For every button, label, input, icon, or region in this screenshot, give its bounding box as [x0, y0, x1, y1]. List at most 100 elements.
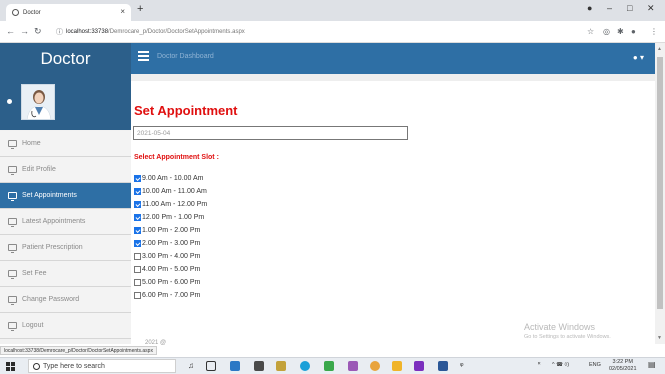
slot-checkbox[interactable]: [134, 279, 141, 286]
slot-label: 6.00 Pm - 7.00 Pm: [142, 292, 201, 299]
scroll-thumb[interactable]: [657, 57, 663, 309]
slot-item[interactable]: 9.00 Am - 10.00 Am: [134, 172, 207, 185]
sidebar-item-change-password[interactable]: Change Password: [0, 287, 131, 313]
slot-item[interactable]: 1.00 Pm - 2.00 Pm: [134, 224, 207, 237]
info-icon: ⓘ: [56, 29, 63, 36]
sidebar-item-label: Edit Profile: [22, 166, 56, 173]
page-scrollbar[interactable]: ▲ ▼: [655, 43, 665, 344]
slot-checkbox[interactable]: [134, 214, 141, 221]
slot-item[interactable]: 4.00 Pm - 5.00 Pm: [134, 263, 207, 276]
language-indicator[interactable]: ENG: [589, 362, 601, 368]
url-host: localhost:33738: [66, 29, 109, 35]
menu-icon[interactable]: ⋮: [650, 27, 658, 36]
slot-checkbox[interactable]: [134, 175, 141, 182]
sidebar-item-set-appointments[interactable]: Set Appointments: [0, 183, 131, 209]
word-icon[interactable]: [438, 361, 448, 371]
slot-checkbox[interactable]: [134, 240, 141, 247]
appointment-date-input[interactable]: [133, 126, 408, 140]
sidebar-item-set-fee[interactable]: Set Fee: [0, 261, 131, 287]
puzzle-icon[interactable]: ✱: [617, 27, 624, 36]
notification-icon[interactable]: ▤: [648, 360, 656, 369]
extension-icon[interactable]: ◎: [603, 27, 610, 36]
monitor-icon: [8, 192, 17, 201]
monitor-icon: [8, 166, 17, 175]
taskbar-search-placeholder: Type here to search: [43, 362, 105, 370]
hamburger-icon[interactable]: [138, 51, 149, 61]
scroll-up-icon[interactable]: ▲: [657, 46, 662, 52]
sidebar-item-latest-appointments[interactable]: Latest Appointments: [0, 209, 131, 235]
microphone-icon[interactable]: ♫: [188, 361, 198, 371]
url-field[interactable]: ⓘ localhost:33738 /Demrocare_p/Doctor/Do…: [56, 27, 245, 37]
sidebar-item-home[interactable]: Home: [0, 131, 131, 157]
slot-item[interactable]: 6.00 Pm - 7.00 Pm: [134, 289, 207, 302]
sidebar-item-label: Logout: [22, 322, 44, 329]
browser-tab[interactable]: Doctor ×: [6, 4, 131, 21]
avatar: [21, 84, 55, 120]
slot-item[interactable]: 5.00 Pm - 6.00 Pm: [134, 276, 207, 289]
search-app-icon[interactable]: ᵠ: [460, 361, 470, 371]
status-url-bubble: localhost:33738/Demrocare_p/Doctor/Docto…: [0, 346, 157, 355]
minimize-button[interactable]: –: [607, 3, 612, 13]
tray-icons[interactable]: ^ ☎ ◊): [552, 362, 569, 368]
taskbar-search-input[interactable]: Type here to search: [28, 359, 176, 373]
pen-icon[interactable]: [348, 361, 358, 371]
slot-checkbox[interactable]: [134, 201, 141, 208]
address-bar-row: ← → ↻ ⓘ localhost:33738 /Demrocare_p/Doc…: [0, 21, 665, 43]
slot-item[interactable]: 11.00 Am - 12.00 Pm: [134, 198, 207, 211]
slot-checkbox[interactable]: [134, 227, 141, 234]
people-icon[interactable]: ᴿ: [538, 362, 540, 368]
monitor-icon: [8, 218, 17, 227]
account-icon[interactable]: ●: [631, 27, 636, 36]
paint-icon[interactable]: [276, 361, 286, 371]
main-content: Set Appointment Select Appointment Slot …: [131, 74, 655, 346]
slot-label: 11.00 Am - 12.00 Pm: [142, 201, 208, 208]
visual-studio-icon[interactable]: [414, 361, 424, 371]
edge-icon[interactable]: [300, 361, 310, 371]
slot-checkbox[interactable]: [134, 188, 141, 195]
app-icon[interactable]: [254, 361, 264, 371]
sidebar-item-label: Set Fee: [22, 270, 47, 277]
slot-item[interactable]: 2.00 Pm - 3.00 Pm: [134, 237, 207, 250]
tool-icon[interactable]: [324, 361, 334, 371]
sidebar: Home Edit Profile Set Appointments Lates…: [0, 74, 131, 344]
slot-list: 9.00 Am - 10.00 Am 10.00 Am - 11.00 Am 1…: [134, 172, 207, 302]
monitor-icon: [8, 296, 17, 305]
tab-favicon-icon: [12, 9, 19, 16]
content-top-strip: [131, 74, 655, 81]
star-icon[interactable]: ☆: [587, 27, 594, 36]
slot-label: 3.00 Pm - 4.00 Pm: [142, 253, 201, 260]
forward-icon[interactable]: →: [20, 26, 29, 36]
user-icon[interactable]: ● ▾: [633, 53, 644, 62]
sidebar-item-logout[interactable]: Logout: [0, 313, 131, 339]
back-icon[interactable]: ←: [6, 26, 15, 36]
slot-checkbox[interactable]: [134, 253, 141, 260]
reload-icon[interactable]: ↻: [34, 26, 42, 37]
chrome-icon[interactable]: [370, 361, 380, 371]
watermark-title: Activate Windows: [524, 322, 596, 332]
sidebar-item-patient-prescription[interactable]: Patient Prescription: [0, 235, 131, 261]
store-icon[interactable]: [230, 361, 240, 371]
slot-checkbox[interactable]: [134, 292, 141, 299]
slot-label: 2.00 Pm - 3.00 Pm: [142, 240, 201, 247]
slot-item[interactable]: 10.00 Am - 11.00 Am: [134, 185, 207, 198]
sidebar-item-label: Set Appointments: [22, 192, 77, 199]
windows-icon[interactable]: [6, 362, 15, 371]
close-window-button[interactable]: ✕: [647, 3, 655, 14]
sidebar-item-edit-profile[interactable]: Edit Profile: [0, 157, 131, 183]
slot-item[interactable]: 3.00 Pm - 4.00 Pm: [134, 250, 207, 263]
folder-icon[interactable]: [392, 361, 402, 371]
account-circle-icon[interactable]: ●: [587, 3, 592, 13]
sidebar-item-label: Patient Prescription: [22, 244, 83, 251]
task-view-icon[interactable]: [206, 361, 216, 371]
slot-label: 10.00 Am - 11.00 Am: [142, 188, 207, 195]
new-tab-button[interactable]: +: [137, 3, 143, 15]
slot-checkbox[interactable]: [134, 266, 141, 273]
maximize-button[interactable]: □: [627, 3, 632, 13]
clock-time: 3:22 PM: [612, 359, 633, 365]
slot-item[interactable]: 12.00 Pm - 1.00 Pm: [134, 211, 207, 224]
tab-close-button[interactable]: ×: [120, 7, 125, 16]
scroll-down-icon[interactable]: ▼: [657, 335, 662, 341]
sidebar-menu: Home Edit Profile Set Appointments Lates…: [0, 131, 131, 339]
profile-band: [0, 74, 131, 130]
clock[interactable]: 3:22 PM 02/05/2021: [609, 359, 637, 373]
